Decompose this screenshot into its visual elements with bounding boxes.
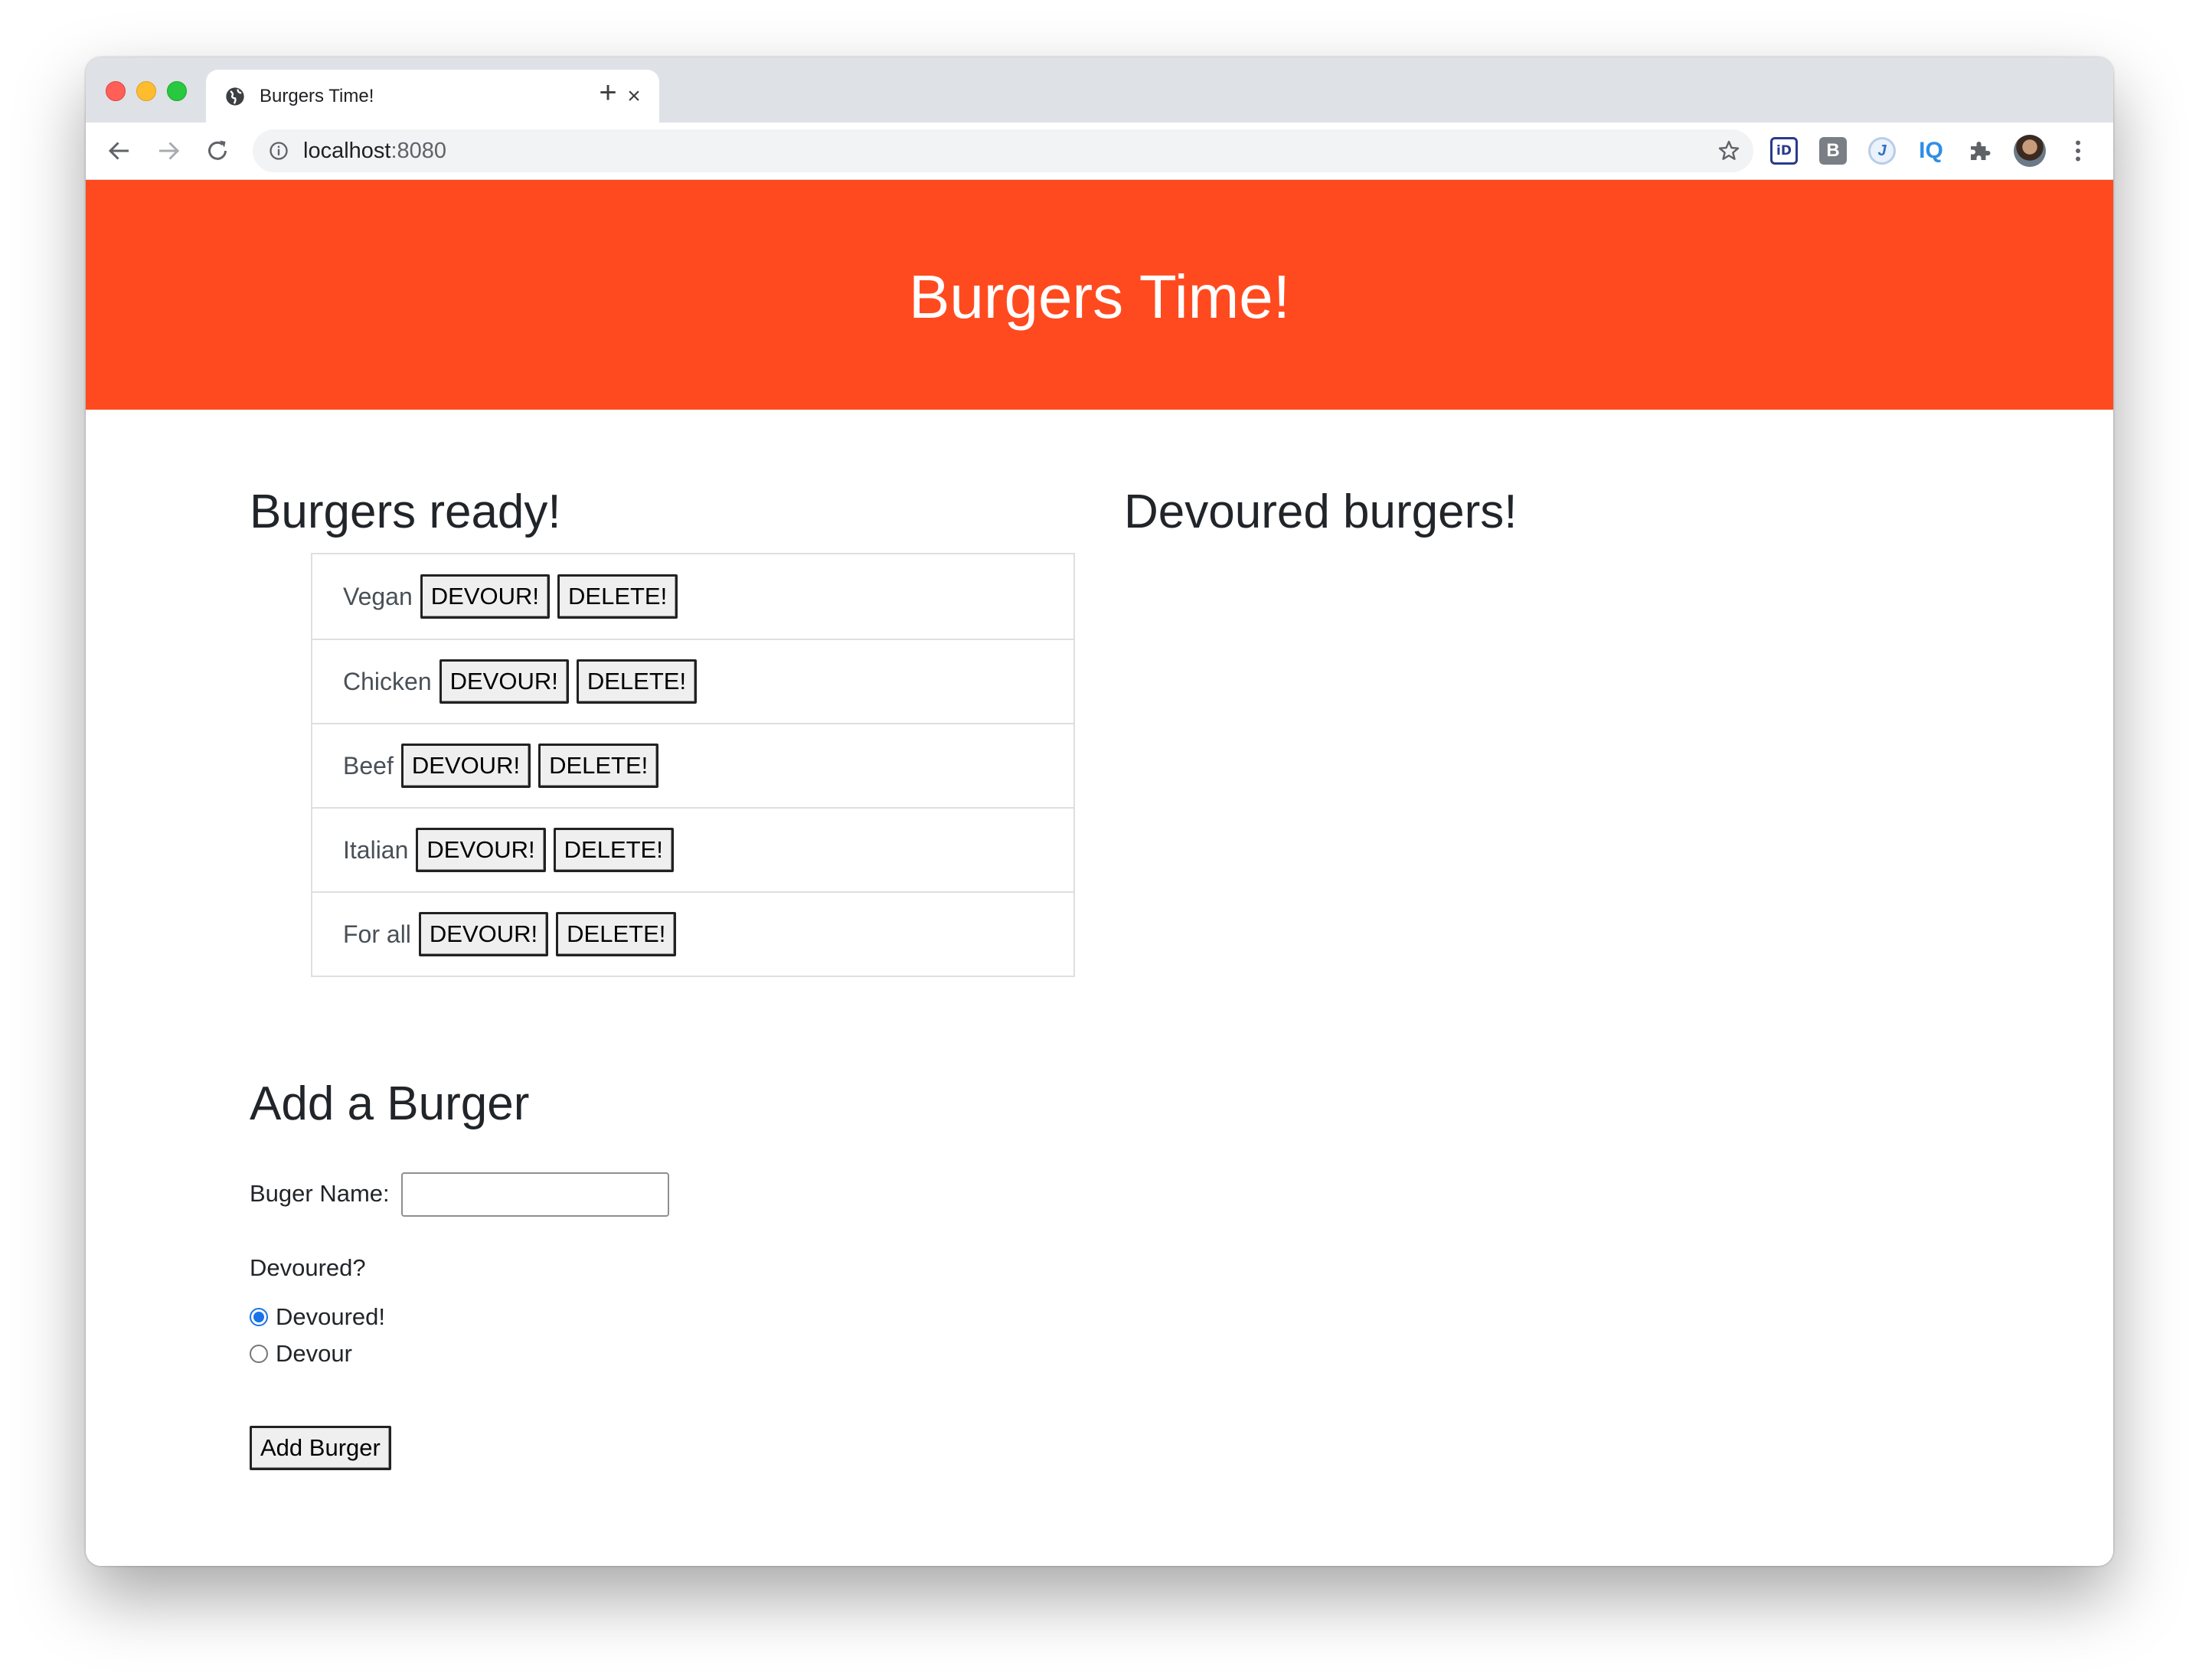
list-item: Chicken DEVOUR! DELETE! bbox=[312, 639, 1073, 723]
devour-button[interactable]: DEVOUR! bbox=[420, 574, 551, 619]
delete-button[interactable]: DELETE! bbox=[557, 574, 678, 619]
browser-toolbar: localhost:8080 iD B J IQ bbox=[86, 123, 2113, 180]
delete-button[interactable]: DELETE! bbox=[556, 912, 677, 956]
add-burger-heading: Add a Burger bbox=[250, 1077, 530, 1130]
delete-button[interactable]: DELETE! bbox=[538, 744, 659, 788]
devoured-question-label: Devoured? bbox=[250, 1254, 366, 1281]
devour-button[interactable]: DEVOUR! bbox=[400, 744, 531, 788]
delete-button[interactable]: DELETE! bbox=[576, 659, 698, 704]
add-burger-button[interactable]: Add Burger bbox=[250, 1426, 391, 1470]
devour-option[interactable]: Devour bbox=[250, 1340, 352, 1368]
tab-title: Burgers Time! bbox=[260, 86, 374, 106]
devour-button[interactable]: DEVOUR! bbox=[418, 912, 549, 956]
header-banner: Burgers Time! bbox=[86, 180, 2113, 410]
burgers-ready-list: Vegan DEVOUR! DELETE! Chicken DEVOUR! DE… bbox=[311, 553, 1075, 977]
url-host: localhost bbox=[303, 139, 391, 163]
maximize-window-button[interactable] bbox=[167, 81, 187, 101]
profile-avatar[interactable] bbox=[2014, 135, 2046, 167]
tab-burgers-time[interactable]: Burgers Time! × bbox=[206, 70, 659, 123]
devour-radio-label[interactable]: Devour bbox=[276, 1340, 352, 1368]
back-arrow-icon[interactable] bbox=[106, 137, 133, 165]
globe-icon bbox=[226, 87, 244, 106]
url-text[interactable]: localhost:8080 bbox=[303, 139, 446, 163]
devoured-option[interactable]: Devoured! bbox=[250, 1303, 385, 1331]
devoured-burgers-heading: Devoured burgers! bbox=[1124, 485, 1518, 538]
reload-icon[interactable] bbox=[204, 137, 231, 165]
devour-button[interactable]: DEVOUR! bbox=[416, 828, 546, 872]
tab-strip: Burgers Time! × + bbox=[86, 57, 2113, 123]
burger-name: Beef bbox=[343, 751, 394, 780]
close-window-button[interactable] bbox=[106, 81, 126, 101]
extension-id-icon[interactable]: iD bbox=[1770, 137, 1798, 165]
list-item: For all DEVOUR! DELETE! bbox=[312, 891, 1073, 976]
more-vert-icon[interactable] bbox=[2064, 137, 2092, 165]
list-item: Italian DEVOUR! DELETE! bbox=[312, 807, 1073, 891]
burger-name-label: Buger Name: bbox=[250, 1180, 390, 1207]
list-item: Beef DEVOUR! DELETE! bbox=[312, 723, 1073, 807]
url-port: :8080 bbox=[390, 139, 447, 163]
list-item: Vegan DEVOUR! DELETE! bbox=[312, 554, 1073, 639]
close-icon[interactable]: × bbox=[622, 85, 645, 108]
burger-name: Italian bbox=[343, 835, 409, 864]
devoured-radio-label[interactable]: Devoured! bbox=[276, 1303, 385, 1331]
forward-arrow-icon[interactable] bbox=[155, 137, 182, 165]
page-title: Burgers Time! bbox=[909, 263, 1290, 331]
star-icon[interactable] bbox=[1717, 139, 1741, 163]
info-icon[interactable] bbox=[268, 140, 289, 162]
extension-j-icon[interactable]: J bbox=[1868, 137, 1896, 165]
page-content: Burgers Time! Burgers ready! Devoured bu… bbox=[86, 180, 2113, 1566]
devour-button[interactable]: DEVOUR! bbox=[439, 659, 569, 704]
devour-radio[interactable] bbox=[250, 1345, 268, 1363]
devoured-radio[interactable] bbox=[250, 1308, 268, 1326]
plus-icon[interactable]: + bbox=[593, 77, 623, 108]
delete-button[interactable]: DELETE! bbox=[553, 828, 674, 872]
extension-iq-icon[interactable]: IQ bbox=[1917, 137, 1945, 165]
burger-name-input[interactable] bbox=[401, 1172, 669, 1217]
address-bar[interactable]: localhost:8080 bbox=[253, 129, 1753, 172]
extension-b-icon[interactable]: B bbox=[1819, 137, 1847, 165]
burgers-ready-heading: Burgers ready! bbox=[250, 485, 561, 538]
burger-name: Chicken bbox=[343, 667, 432, 695]
browser-window: Burgers Time! × + localhost:8080 iD B J … bbox=[86, 57, 2113, 1566]
burger-name: Vegan bbox=[343, 582, 413, 610]
puzzle-icon[interactable] bbox=[1966, 137, 1994, 165]
minimize-window-button[interactable] bbox=[136, 81, 156, 101]
burger-name: For all bbox=[343, 920, 411, 948]
